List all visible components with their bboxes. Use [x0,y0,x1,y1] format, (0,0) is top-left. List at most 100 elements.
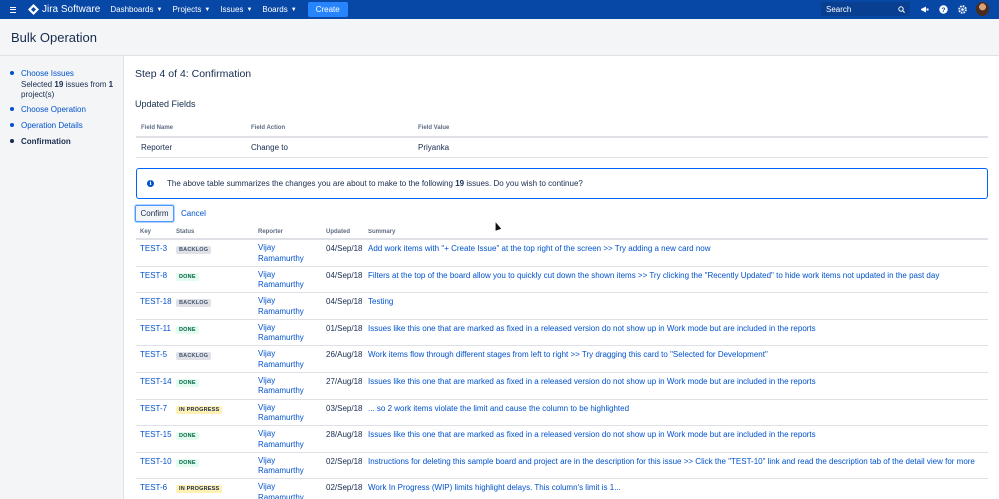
confirm-button[interactable]: Confirm [135,205,174,222]
step-operation-details-label[interactable]: Operation Details [21,121,83,132]
table-row: TEST-7 IN PROGRESS Vijay Ramamurthy 03/Sep/1… [136,400,988,427]
status-badge: DONE [176,432,199,441]
issue-updated: 27/Aug/18 [326,376,363,386]
step-bullet-icon [10,123,14,127]
chevron-down-icon: ▼ [204,6,211,13]
reporter-first-name: Vijay [258,243,276,252]
issue-reporter-link[interactable]: Vijay Ramamurthy [258,373,326,399]
reporter-last-name: Ramamurthy [258,413,304,423]
step-choose-issues[interactable]: Choose Issues Selected 19 issues from 1 … [10,69,116,101]
step-operation-details[interactable]: Operation Details [10,121,83,132]
help-icon[interactable]: ? [937,3,949,15]
table-row: TEST-11 DONE Vijay Ramamurthy 01/Sep/18 Issue… [136,320,988,347]
issue-key-link[interactable]: TEST-15 [136,426,176,452]
status-badge: DONE [176,325,199,334]
nav-boards[interactable]: Boards ▼ [262,5,296,14]
issue-summary-link[interactable]: Filters at the top of the board allow yo… [368,267,988,293]
step-title: Step 4 of 4: Confirmation [135,68,252,80]
step-choose-operation-label[interactable]: Choose Operation [21,105,86,116]
status-badge: DONE [176,458,199,467]
nav-issues[interactable]: Issues ▼ [220,5,252,14]
issue-summary-link[interactable]: ... so 2 work items violate the limit an… [368,400,988,426]
issue-reporter-link[interactable]: Vijay Ramamurthy [258,240,326,266]
app-switcher-menu-icon[interactable] [10,0,24,19]
notifications-icon[interactable] [918,3,930,15]
issue-reporter-link[interactable]: Vijay Ramamurthy [258,426,326,452]
nav-dashboards[interactable]: Dashboards ▼ [110,5,162,14]
reporter-last-name: Ramamurthy [258,439,304,449]
issue-key-link[interactable]: TEST-5 [136,346,176,372]
issue-status-cell: IN PROGRESS [176,400,258,426]
issue-summary-link[interactable]: Add work items with "+ Create Issue" at … [368,240,988,266]
avatar[interactable] [976,2,989,16]
reporter-last-name: Ramamurthy [258,280,304,290]
status-badge: DONE [176,272,199,281]
issue-key-link[interactable]: TEST-6 [136,479,176,499]
issues-table: Key Status Reporter Updated Summary TEST… [136,226,988,499]
field-action: Change to [251,143,288,152]
issue-summary-link[interactable]: Issues like this one that are marked as … [368,373,988,399]
issue-reporter-link[interactable]: Vijay Ramamurthy [258,293,326,319]
selected-issues-summary: Selected 19 issues from 1 project(s) [21,80,116,101]
issue-summary-link[interactable]: Instructions for deleting this sample bo… [368,453,988,479]
issue-updated: 04/Sep/18 [326,297,363,307]
issues-table-header: Key Status Reporter Updated Summary [136,226,988,240]
reporter-first-name: Vijay [258,402,276,412]
step-choose-issues-label[interactable]: Choose Issues [21,69,116,80]
settings-icon[interactable] [956,3,968,15]
issue-key-link[interactable]: TEST-8 [136,267,176,293]
issue-reporter-link[interactable]: Vijay Ramamurthy [258,267,326,293]
issue-key-link[interactable]: TEST-3 [136,240,176,266]
issue-status-cell: BACKLOG [176,240,258,266]
issue-summary-link[interactable]: Work In Progress (WIP) limits highlight … [368,479,988,499]
table-row: TEST-18 BACKLOG Vijay Ramamurthy 04/Sep/18 Te… [136,293,988,320]
cancel-link[interactable]: Cancel [181,209,206,218]
issue-key-link[interactable]: TEST-11 [136,320,176,346]
search-input[interactable]: Search [821,2,910,16]
issue-summary-link[interactable]: Issues like this one that are marked as … [368,426,988,452]
create-button[interactable]: Create [307,2,348,17]
issue-reporter-link[interactable]: Vijay Ramamurthy [258,346,326,372]
issue-summary-link[interactable]: Issues like this one that are marked as … [368,320,988,346]
issue-reporter-link[interactable]: Vijay Ramamurthy [258,320,326,346]
issue-summary-link[interactable]: Testing [368,293,988,319]
table-row: TEST-5 BACKLOG Vijay Ramamurthy 26/Aug/18 Wor… [136,346,988,373]
issue-summary-link[interactable]: Work items flow through different stages… [368,346,988,372]
nav-projects[interactable]: Projects ▼ [172,5,210,14]
jira-logo-icon [28,4,39,15]
header-field-name: Field Name [141,125,174,131]
issue-key-link[interactable]: TEST-18 [136,293,176,319]
issue-updated: 28/Aug/18 [326,430,363,440]
field-name: Reporter [141,143,173,152]
reporter-first-name: Vijay [258,429,276,439]
reporter-first-name: Vijay [258,482,276,492]
svg-text:?: ? [941,7,945,14]
reporter-first-name: Vijay [258,455,276,465]
reporter-last-name: Ramamurthy [258,253,304,263]
nav-boards-label: Boards [262,5,288,14]
header-status: Status [176,229,195,235]
issue-reporter-link[interactable]: Vijay Ramamurthy [258,479,326,499]
status-badge: BACKLOG [176,246,212,254]
table-row: TEST-3 BACKLOG Vijay Ramamurthy 04/Sep/18 Add… [136,240,988,267]
step-bullet-icon [10,71,14,75]
issue-key-link[interactable]: TEST-14 [136,373,176,399]
reporter-first-name: Vijay [258,375,276,385]
info-suffix: issues. Do you wish to continue? [466,179,583,188]
status-badge: IN PROGRESS [176,405,223,414]
step-choose-operation[interactable]: Choose Operation [10,105,86,116]
updated-fields-title: Updated Fields [135,99,196,109]
header-updated: Updated [326,229,350,235]
issue-reporter-link[interactable]: Vijay Ramamurthy [258,453,326,479]
step-confirmation: Confirmation [10,137,71,148]
issue-key-link[interactable]: TEST-10 [136,453,176,479]
jira-logo[interactable]: Jira Software [28,4,100,15]
step-bullet-icon [10,107,14,111]
issue-status-cell: DONE [176,320,258,346]
issue-key-link[interactable]: TEST-7 [136,400,176,426]
issue-status-cell: DONE [176,373,258,399]
issue-status-cell: BACKLOG [176,346,258,372]
nav-issues-label: Issues [220,5,244,14]
issue-reporter-link[interactable]: Vijay Ramamurthy [258,400,326,426]
selected-prefix: Selected [21,79,53,89]
